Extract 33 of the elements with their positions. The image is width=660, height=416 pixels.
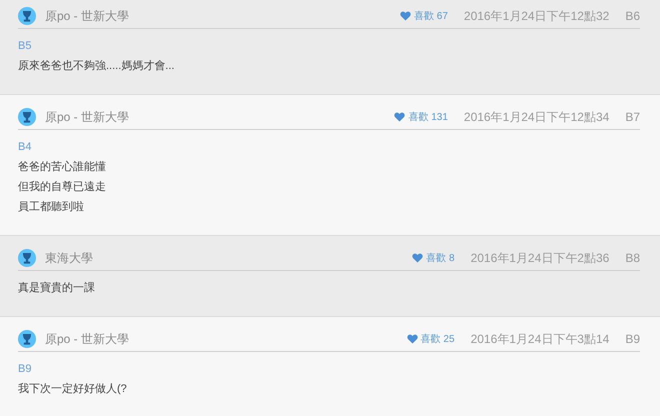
comment-text: 但我的自尊已遠走	[18, 180, 106, 195]
comment-text: 原來爸爸也不夠強.....媽媽才會...	[18, 59, 174, 74]
avatar-icon	[18, 7, 36, 25]
avatar-icon	[18, 330, 36, 348]
post-date: 2016年1月24日下午2點36	[470, 250, 610, 266]
comment-text: 員工都聽到啦	[18, 200, 84, 215]
floor-number: B8	[625, 251, 640, 265]
heart-icon	[406, 334, 418, 344]
like-button[interactable]: 喜歡 8	[412, 251, 455, 265]
author-name[interactable]: 東海大學	[45, 250, 93, 266]
avatar-icon	[18, 249, 36, 267]
floor-number: B6	[625, 9, 640, 23]
floor-number: B9	[625, 332, 640, 346]
post-date: 2016年1月24日下午12點34	[464, 108, 610, 126]
comment-text: 我下次一定好好做人(?	[18, 382, 127, 397]
comment-text: 爸爸的苦心誰能懂	[18, 160, 106, 175]
floor-number: B7	[625, 110, 640, 124]
author-name[interactable]: 原po - 世新大學	[45, 108, 130, 126]
reply-link[interactable]: B4	[18, 137, 32, 157]
heart-icon	[412, 253, 424, 263]
heart-icon	[400, 11, 411, 21]
avatar-icon	[18, 108, 36, 126]
like-button[interactable]: 喜歡 131	[394, 110, 448, 124]
like-button[interactable]: 喜歡 25	[406, 332, 455, 346]
like-button[interactable]: 喜歡 67	[400, 9, 448, 23]
author-name[interactable]: 原po - 世新大學	[45, 8, 130, 24]
heart-icon	[394, 112, 406, 122]
comment-text: 真是寶貴的一課	[18, 280, 95, 296]
post-date: 2016年1月24日下午12點32	[464, 8, 610, 24]
post-date: 2016年1月24日下午3點14	[470, 330, 610, 348]
reply-link[interactable]: B9	[18, 359, 32, 379]
reply-link[interactable]: B5	[18, 36, 32, 56]
author-name[interactable]: 原po - 世新大學	[45, 330, 130, 348]
